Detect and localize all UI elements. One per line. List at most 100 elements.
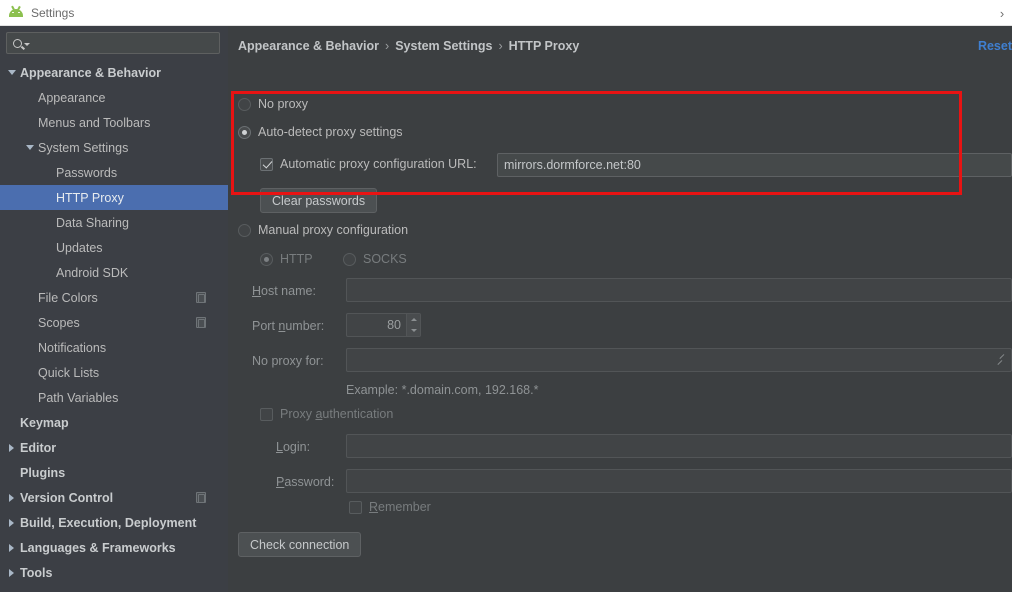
sidebar-item-plugins[interactable]: Plugins — [0, 460, 228, 485]
expand-editor-icon[interactable] — [996, 354, 1007, 366]
chevron-down-icon[interactable] — [24, 142, 35, 153]
sidebar-item-build-execution-deployment[interactable]: Build, Execution, Deployment — [0, 510, 228, 535]
socks-label: SOCKS — [363, 252, 407, 266]
android-studio-icon — [8, 5, 24, 21]
breadcrumb-separator-2: › — [498, 39, 503, 53]
sidebar-item-notifications[interactable]: Notifications — [0, 335, 228, 360]
sidebar-item-label: File Colors — [38, 290, 98, 305]
breadcrumb-http-proxy: HTTP Proxy — [508, 39, 580, 53]
port-number-label: Port number: — [252, 319, 325, 333]
breadcrumb: Appearance & Behavior › System Settings › HT… — [238, 39, 579, 53]
sidebar-item-system-settings[interactable]: System Settings — [0, 135, 228, 160]
settings-dialog: Settings › Appearance & Behavior Appearan… — [0, 0, 1012, 592]
sidebar-item-label: Plugins — [20, 465, 66, 480]
sidebar-item-android-sdk[interactable]: Android SDK — [0, 260, 228, 285]
auto-detect-option[interactable]: Auto-detect proxy settings — [238, 125, 403, 139]
chevron-down-icon[interactable] — [24, 43, 30, 46]
settings-sidebar: Appearance & Behavior Appearance Menus and… — [0, 26, 228, 592]
manual-proxy-radio[interactable] — [238, 223, 251, 237]
sidebar-item-label: HTTP Proxy — [56, 190, 124, 205]
auto-config-url-checkbox[interactable] — [260, 157, 273, 171]
sidebar-item-label: Scopes — [38, 315, 80, 330]
sidebar-item-label: Updates — [56, 240, 103, 255]
port-number-stepper[interactable]: 80 — [346, 313, 421, 337]
host-name-label: Host name: — [252, 284, 316, 298]
sidebar-item-label: Quick Lists — [38, 365, 100, 380]
sidebar-item-data-sharing[interactable]: Data Sharing — [0, 210, 228, 235]
project-scope-icon — [196, 292, 206, 303]
sidebar-item-path-variables[interactable]: Path Variables — [0, 385, 228, 410]
sidebar-item-label: Passwords — [56, 165, 118, 180]
window-title: Settings — [31, 5, 75, 20]
search-wrapper — [0, 26, 228, 58]
breadcrumb-system-settings[interactable]: System Settings — [395, 39, 492, 53]
http-radio[interactable] — [260, 252, 273, 266]
chevron-right-icon[interactable] — [6, 517, 17, 528]
settings-tree: Appearance & Behavior Appearance Menus and… — [0, 60, 228, 585]
http-protocol-option[interactable]: HTTP — [260, 252, 313, 266]
breadcrumb-appearance-behavior[interactable]: Appearance & Behavior — [238, 39, 379, 53]
sidebar-item-label: Menus and Toolbars — [38, 115, 151, 130]
port-stepper-arrows[interactable] — [406, 314, 420, 336]
sidebar-item-quick-lists[interactable]: Quick Lists — [0, 360, 228, 385]
sidebar-item-languages-frameworks[interactable]: Languages & Frameworks — [0, 535, 228, 560]
sidebar-item-http-proxy[interactable]: HTTP Proxy — [0, 185, 228, 210]
no-proxy-for-label: No proxy for: — [252, 354, 324, 368]
chevron-right-icon[interactable] — [6, 442, 17, 453]
sidebar-item-editor[interactable]: Editor — [0, 435, 228, 460]
clear-passwords-button[interactable]: Clear passwords — [260, 188, 378, 213]
login-input[interactable] — [346, 434, 1012, 458]
no-proxy-option[interactable]: No proxy — [238, 97, 308, 111]
port-number-value: 80 — [387, 318, 401, 332]
auto-config-url-label: Automatic proxy configuration URL: — [280, 157, 477, 171]
sidebar-item-menus-and-toolbars[interactable]: Menus and Toolbars — [0, 110, 228, 135]
auto-detect-label: Auto-detect proxy settings — [258, 125, 403, 139]
http-proxy-panel: Appearance & Behavior › System Settings › HT… — [228, 26, 1012, 592]
check-connection-button[interactable]: Check connection — [238, 532, 362, 557]
host-name-input[interactable] — [346, 278, 1012, 302]
sidebar-item-passwords[interactable]: Passwords — [0, 160, 228, 185]
password-input[interactable] — [346, 469, 1012, 493]
sidebar-item-appearance[interactable]: Appearance — [0, 85, 228, 110]
sidebar-item-label: Appearance & Behavior — [20, 65, 162, 80]
manual-proxy-option[interactable]: Manual proxy configuration — [238, 223, 408, 237]
auto-config-url-option[interactable]: Automatic proxy configuration URL: — [260, 157, 477, 171]
chevron-right-icon[interactable] — [6, 542, 17, 553]
chevron-right-icon[interactable] — [6, 567, 17, 578]
remember-checkbox[interactable] — [349, 500, 362, 514]
search-input[interactable] — [6, 32, 220, 54]
auto-config-url-input[interactable]: mirrors.dormforce.net:80 — [497, 153, 1012, 177]
sidebar-item-label: Languages & Frameworks — [20, 540, 176, 555]
no-proxy-for-input[interactable] — [346, 348, 1012, 372]
project-scope-icon — [196, 317, 206, 328]
sidebar-item-file-colors[interactable]: File Colors — [0, 285, 228, 310]
sidebar-item-label: Path Variables — [38, 390, 119, 405]
reset-link[interactable]: Reset — [978, 39, 1012, 53]
sidebar-item-label: Editor — [20, 440, 57, 455]
sidebar-item-keymap[interactable]: Keymap — [0, 410, 228, 435]
auto-detect-radio[interactable] — [238, 125, 251, 139]
sidebar-item-updates[interactable]: Updates — [0, 235, 228, 260]
proxy-authentication-option[interactable]: Proxy authentication — [260, 407, 393, 421]
password-label: Password: — [276, 475, 335, 489]
title-bar: Settings › — [0, 0, 1012, 26]
port-stepper-down[interactable] — [407, 325, 420, 336]
proxy-authentication-label: Proxy authentication — [280, 407, 394, 421]
chevron-down-icon[interactable] — [6, 67, 17, 78]
port-stepper-up[interactable] — [407, 314, 420, 325]
search-icon — [13, 38, 22, 48]
remember-option[interactable]: Remember — [349, 500, 431, 514]
sidebar-item-label: Android SDK — [56, 265, 129, 280]
sidebar-item-scopes[interactable]: Scopes — [0, 310, 228, 335]
chevron-right-icon[interactable] — [6, 492, 17, 503]
socks-protocol-option[interactable]: SOCKS — [343, 252, 407, 266]
sidebar-item-appearance-behavior[interactable]: Appearance & Behavior — [0, 60, 228, 85]
no-proxy-label: No proxy — [258, 97, 309, 111]
sidebar-item-tools[interactable]: Tools — [0, 560, 228, 585]
proxy-authentication-checkbox[interactable] — [260, 407, 273, 421]
sidebar-item-version-control[interactable]: Version Control — [0, 485, 228, 510]
no-proxy-radio[interactable] — [238, 97, 251, 111]
example-hint: Example: *.domain.com, 192.168.* — [346, 383, 539, 397]
socks-radio[interactable] — [343, 252, 356, 266]
chevron-right-icon[interactable]: › — [994, 4, 1010, 22]
